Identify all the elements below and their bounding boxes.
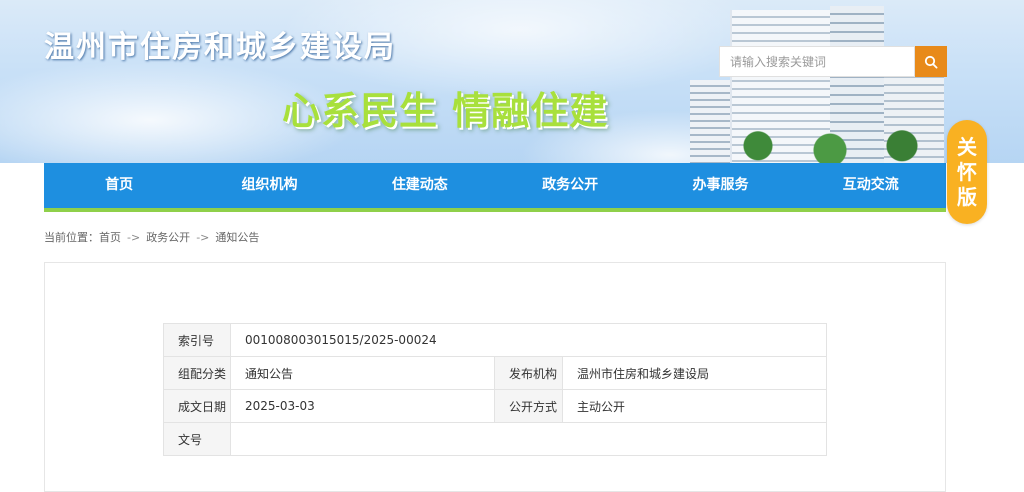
care-version-char: 关 bbox=[957, 134, 977, 159]
table-row: 索引号 001008003015015/2025-00024 bbox=[163, 323, 827, 357]
search-icon bbox=[924, 55, 938, 69]
search-input[interactable] bbox=[719, 46, 915, 77]
breadcrumb-government-affairs[interactable]: 政务公开 bbox=[146, 231, 190, 244]
nav-item-organization[interactable]: 组织机构 bbox=[194, 163, 344, 208]
nav-item-interaction[interactable]: 互动交流 bbox=[796, 163, 946, 208]
breadcrumb: 当前位置：首页 -> 政务公开 -> 通知公告 bbox=[44, 229, 259, 245]
breadcrumb-prefix: 当前位置： bbox=[44, 231, 99, 244]
nav-item-government-affairs[interactable]: 政务公开 bbox=[495, 163, 645, 208]
nav-item-news[interactable]: 住建动态 bbox=[345, 163, 495, 208]
site-title: 温州市住房和城乡建设局 bbox=[44, 30, 396, 65]
breadcrumb-notices[interactable]: 通知公告 bbox=[215, 231, 259, 244]
disclosure-value: 主动公开 bbox=[562, 389, 827, 423]
care-version-char: 版 bbox=[957, 184, 977, 209]
header-banner: 温州市住房和城乡建设局 心系民生 情融住建 bbox=[0, 0, 1024, 163]
document-meta-table: 索引号 001008003015015/2025-00024 组配分类 通知公告… bbox=[163, 323, 827, 456]
document-number-value bbox=[230, 422, 827, 456]
search-button[interactable] bbox=[915, 46, 947, 77]
banner-slogan: 心系民生 情融住建 bbox=[282, 89, 609, 133]
category-value: 通知公告 bbox=[230, 356, 495, 390]
index-label: 索引号 bbox=[163, 323, 231, 357]
care-version-char: 怀 bbox=[957, 159, 977, 184]
breadcrumb-separator: -> bbox=[127, 231, 141, 244]
publisher-label: 发布机构 bbox=[494, 356, 563, 390]
breadcrumb-separator: -> bbox=[196, 231, 210, 244]
disclosure-label: 公开方式 bbox=[494, 389, 563, 423]
date-label: 成文日期 bbox=[163, 389, 231, 423]
table-row: 组配分类 通知公告 发布机构 温州市住房和城乡建设局 bbox=[163, 356, 827, 390]
document-number-label: 文号 bbox=[163, 422, 231, 456]
main-nav: 首页 组织机构 住建动态 政务公开 办事服务 互动交流 bbox=[44, 163, 946, 212]
table-row: 文号 bbox=[163, 422, 827, 456]
category-label: 组配分类 bbox=[163, 356, 231, 390]
breadcrumb-home[interactable]: 首页 bbox=[99, 231, 121, 244]
nav-item-services[interactable]: 办事服务 bbox=[645, 163, 795, 208]
index-value: 001008003015015/2025-00024 bbox=[230, 323, 827, 357]
nav-item-home[interactable]: 首页 bbox=[44, 163, 194, 208]
publisher-value: 温州市住房和城乡建设局 bbox=[562, 356, 827, 390]
date-value: 2025-03-03 bbox=[230, 389, 495, 423]
trees-shape bbox=[710, 120, 950, 163]
table-row: 成文日期 2025-03-03 公开方式 主动公开 bbox=[163, 389, 827, 423]
care-version-button[interactable]: 关 怀 版 bbox=[947, 120, 987, 224]
building-illustration bbox=[690, 0, 950, 163]
